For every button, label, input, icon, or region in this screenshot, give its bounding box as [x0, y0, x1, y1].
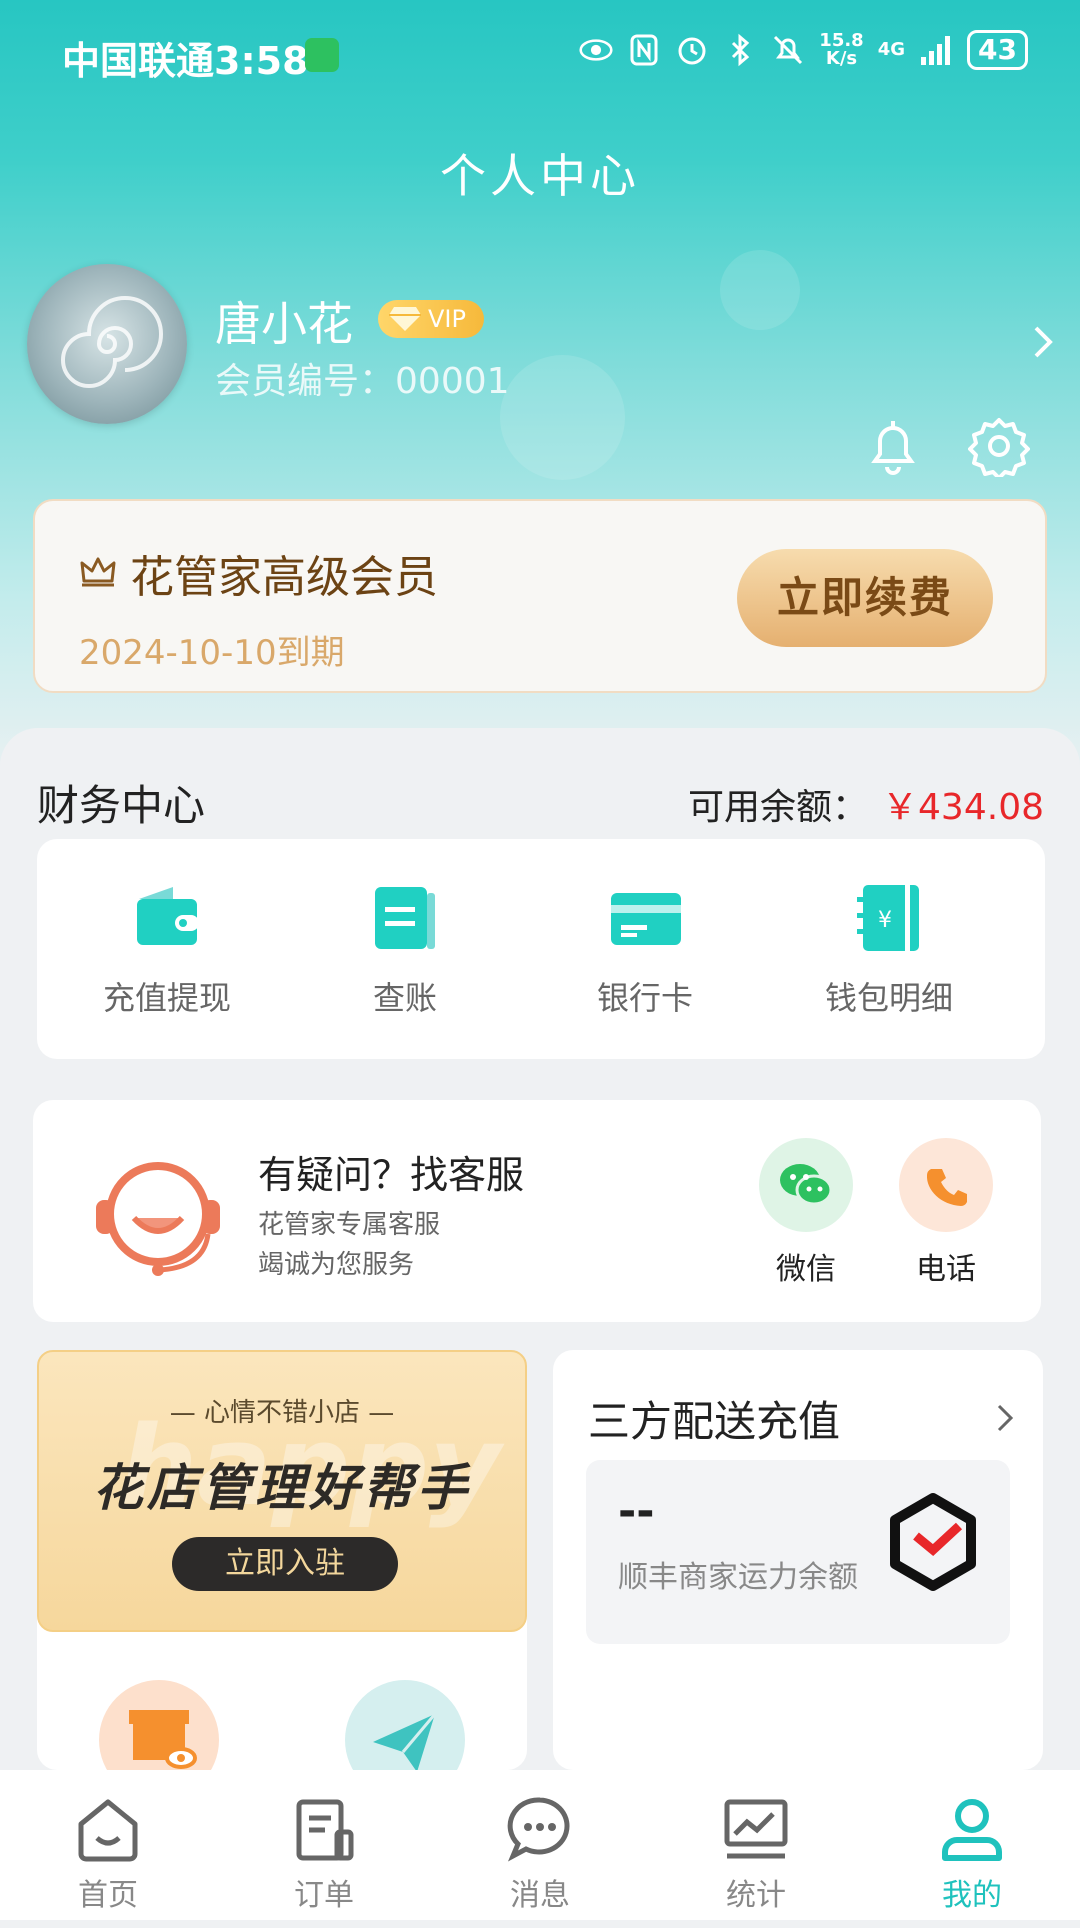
promo-subtitle: — 心情不错小店 —	[169, 1398, 395, 1428]
page-title: 个人中心	[440, 149, 640, 203]
renew-button[interactable]: 立即续费	[737, 549, 993, 647]
decor-bubble	[720, 250, 800, 330]
nav-label: 首页	[78, 1878, 138, 1913]
wechat-notification-icon	[305, 38, 339, 72]
service-subtitle: 花管家专属客服	[258, 1210, 441, 1240]
promo-banner[interactable]: happy — 心情不错小店 — 花店管理好帮手 立即入驻	[37, 1350, 527, 1632]
alarm-icon	[678, 37, 706, 65]
wallet-icon	[137, 887, 199, 945]
nav-stats[interactable]: 统计	[648, 1770, 864, 1920]
nav-label: 消息	[510, 1878, 570, 1913]
net-speed-unit: K/s	[825, 48, 858, 69]
delivery-recharge-card[interactable]: 三方配送充值 -- 顺丰商家运力余额	[553, 1350, 1043, 1770]
chevron-right-icon[interactable]	[995, 1402, 1015, 1434]
crown-icon	[80, 557, 116, 587]
bell-icon[interactable]	[865, 415, 921, 475]
membership-title: 花管家高级会员	[130, 552, 438, 603]
sf-express-logo-icon	[890, 1493, 976, 1591]
sf-balance-label: 顺丰商家运力余额	[618, 1560, 858, 1595]
finance-item-recharge[interactable]: 充值提现	[67, 877, 267, 1019]
gear-icon[interactable]	[968, 415, 1030, 477]
bluetooth-icon	[732, 33, 750, 67]
finance-card: 充值提现 查账 银行卡 ¥ 钱包明细	[37, 839, 1045, 1059]
finance-title: 财务中心	[37, 781, 206, 830]
carrier-time: 中国联通3:58	[62, 30, 309, 85]
stats-icon	[724, 1799, 788, 1859]
nav-profile[interactable]: 我的	[864, 1770, 1080, 1920]
service-subtitle-2: 竭诚为您服务	[258, 1250, 415, 1280]
clock: 3:58	[214, 39, 309, 83]
chevron-right-icon[interactable]	[1028, 322, 1058, 362]
nfc-icon	[630, 34, 658, 66]
nav-label: 统计	[726, 1878, 786, 1913]
customer-service-card: 有疑问？找客服 花管家专属客服 竭诚为您服务 微信 电话	[33, 1100, 1041, 1322]
finance-item-bank-card[interactable]: 银行卡	[545, 877, 745, 1019]
service-title: 有疑问？找客服	[258, 1153, 525, 1197]
sf-balance-panel: -- 顺丰商家运力余额	[586, 1460, 1010, 1644]
battery-level: 43	[967, 30, 1028, 70]
available-balance: 可用余额： ￥434.08	[688, 778, 1044, 830]
phone-label: 电话	[916, 1252, 976, 1287]
phone-icon	[926, 1169, 967, 1206]
user-name: 唐小花	[215, 297, 353, 351]
status-icons: 15.8 K/s 4G 43	[579, 30, 1028, 70]
member-number: 会员编号：00001	[215, 352, 510, 404]
wechat-icon	[780, 1164, 833, 1206]
finance-item-ledger[interactable]: 查账	[305, 877, 505, 1019]
nav-messages[interactable]: 消息	[432, 1770, 648, 1920]
member-number-label: 会员编号：	[215, 361, 396, 402]
ledger-icon	[375, 887, 435, 949]
wechat-label: 微信	[776, 1252, 836, 1287]
profile-icon	[942, 1799, 1002, 1861]
avatar[interactable]	[27, 264, 187, 424]
headset-icon	[96, 1162, 220, 1276]
finance-item-wallet-detail[interactable]: ¥ 钱包明细	[789, 877, 989, 1019]
decor-bubble	[500, 355, 625, 480]
phone-icon-circle	[899, 1138, 993, 1232]
vip-label: VIP	[428, 305, 466, 333]
phone-contact-button[interactable]: 电话	[899, 1138, 993, 1288]
finance-item-label: 钱包明细	[824, 979, 953, 1017]
nav-label: 我的	[942, 1878, 1002, 1913]
swirl-icon	[61, 296, 163, 388]
home-icon	[78, 1799, 138, 1862]
wechat-icon-circle	[759, 1138, 853, 1232]
eye-icon	[579, 39, 613, 61]
status-bar: 中国联通3:58 15.8 K/s 4G 43	[0, 0, 1080, 110]
bank-card-icon	[611, 893, 681, 945]
order-icon	[296, 1799, 354, 1861]
promo-column: happy — 心情不错小店 — 花店管理好帮手 立即入驻	[37, 1350, 527, 1800]
member-number-value: 00001	[395, 361, 510, 402]
message-icon	[507, 1797, 570, 1862]
signal-icon	[921, 36, 951, 65]
delivery-title: 三方配送充值	[588, 1397, 841, 1446]
nav-orders[interactable]: 订单	[216, 1770, 432, 1920]
membership-card: 花管家高级会员 2024-10-10到期 立即续费	[33, 499, 1047, 693]
bottom-navigation: 首页 订单 消息 统计 我的	[0, 1770, 1080, 1920]
wallet-detail-icon: ¥	[857, 885, 919, 951]
nav-home[interactable]: 首页	[0, 1770, 216, 1920]
svg-text:¥: ¥	[878, 908, 892, 933]
membership-expiry: 2024-10-10到期	[79, 633, 345, 673]
network-type: 4G	[877, 39, 906, 60]
net-speed: 15.8 K/s	[819, 32, 863, 68]
carrier-name: 中国联通	[62, 39, 215, 83]
finance-item-label: 查账	[372, 979, 437, 1017]
nav-label: 订单	[294, 1878, 354, 1913]
diamond-icon	[389, 307, 421, 331]
balance-value: ￥434.08	[882, 787, 1044, 828]
balance-label: 可用余额：	[688, 787, 869, 828]
finance-item-label: 充值提现	[102, 979, 231, 1017]
wechat-contact-button[interactable]: 微信	[759, 1138, 853, 1288]
join-now-button[interactable]: 立即入驻	[172, 1537, 398, 1591]
vip-badge: VIP	[378, 300, 484, 338]
finance-item-label: 银行卡	[596, 979, 693, 1017]
mute-icon	[774, 35, 803, 65]
sf-balance-value: --	[618, 1486, 655, 1537]
promo-headline: 花店管理好帮手	[93, 1459, 471, 1517]
